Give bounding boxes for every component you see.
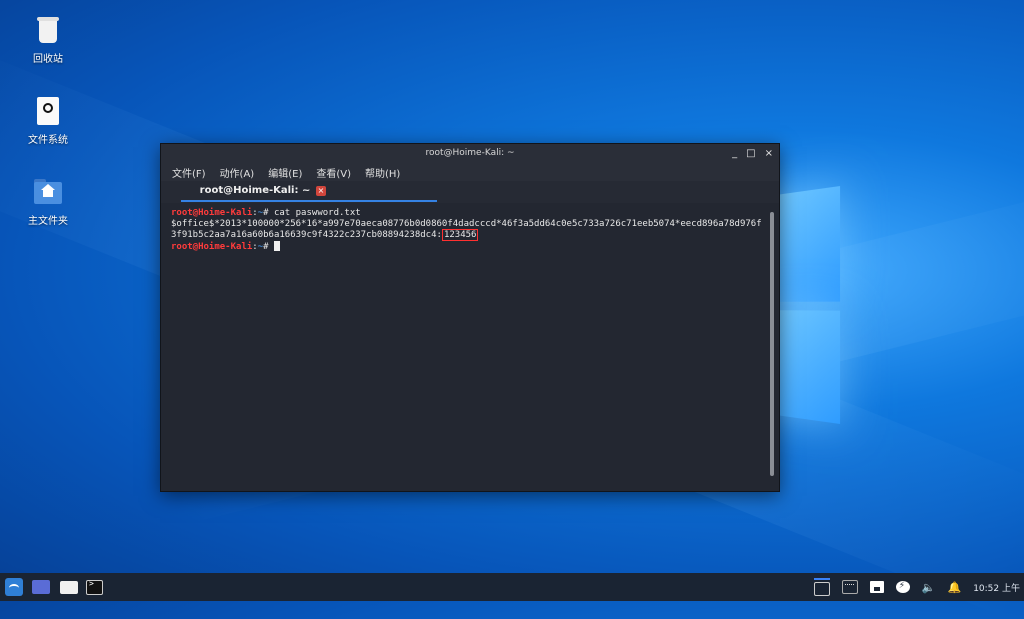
clock[interactable]: 10:52 上午 — [973, 581, 1020, 594]
text-cursor — [273, 241, 280, 251]
keyboard-icon[interactable] — [841, 580, 858, 594]
desktop-icon-label: 主文件夹 — [28, 216, 68, 227]
tab-active-indicator — [181, 200, 437, 202]
minimize-button[interactable]: _ — [732, 144, 737, 163]
tab-close-icon[interactable]: × — [316, 186, 326, 196]
desktop-icon-filesystem[interactable]: 文件系统 — [8, 95, 88, 146]
home-folder-icon — [32, 176, 64, 208]
prompt-hash: # — [263, 242, 274, 252]
terminal-window[interactable]: root@Hoime-Kali: ~ _ □ × 文件(F) 动作(A) 编辑(… — [160, 143, 780, 492]
window-switcher-icon[interactable] — [813, 582, 830, 596]
terminal-output[interactable]: root@Hoime-Kali:~# cat paswword.txt $offi… — [171, 208, 763, 485]
terminal-line-prompt: root@Hoime-Kali:~# — [171, 241, 763, 253]
network-icon[interactable] — [869, 581, 884, 593]
trash-icon — [32, 14, 64, 46]
window-titlebar[interactable]: root@Hoime-Kali: ~ _ □ × — [161, 144, 779, 163]
desktop-icon-label: 文件系统 — [28, 135, 68, 146]
file-manager-icon[interactable] — [60, 581, 78, 594]
taskbar: 🔈 🔔 10:52 上午 — [0, 573, 1024, 601]
volume-icon[interactable]: 🔈 — [922, 581, 936, 594]
notification-bell-icon[interactable]: 🔔 — [947, 581, 961, 594]
power-icon[interactable] — [895, 581, 910, 593]
close-button[interactable]: × — [765, 144, 773, 163]
scrollbar[interactable] — [770, 212, 774, 476]
menu-edit[interactable]: 编辑(E) — [268, 165, 302, 180]
cracked-password-highlight: 123456 — [441, 229, 479, 241]
desktop-icon-home-folder[interactable]: 主文件夹 — [8, 176, 88, 227]
menu-help[interactable]: 帮助(H) — [365, 165, 400, 180]
prompt-hash: # — [263, 208, 274, 218]
menu-action[interactable]: 动作(A) — [220, 165, 255, 180]
hash-output-line: 3f91b5c2aa7a16a60b6a16639c9f4322c237cb08… — [171, 229, 763, 241]
command-text: cat paswword.txt — [273, 208, 361, 218]
desktop-icon-trash[interactable]: 回收站 — [8, 14, 88, 65]
hash-output-prefix: 3f91b5c2aa7a16a60b6a16639c9f4322c237cb08… — [171, 230, 442, 240]
tab-bar: root@Hoime-Kali: ~ × — [161, 181, 779, 203]
show-desktop-icon[interactable] — [32, 580, 50, 594]
drive-icon — [32, 95, 64, 127]
prompt-user: root@Hoime-Kali — [171, 208, 253, 218]
desktop-icon-label: 回收站 — [33, 54, 63, 65]
maximize-button[interactable]: □ — [746, 144, 755, 163]
menu-bar: 文件(F) 动作(A) 编辑(E) 查看(V) 帮助(H) — [161, 163, 779, 181]
menu-file[interactable]: 文件(F) — [172, 165, 206, 180]
terminal-icon[interactable] — [86, 579, 103, 595]
prompt-user: root@Hoime-Kali — [171, 242, 253, 252]
menu-view[interactable]: 查看(V) — [316, 165, 351, 180]
system-tray: 🔈 🔔 10:52 上午 — [813, 573, 1024, 601]
start-menu-icon[interactable] — [5, 578, 23, 596]
terminal-line-command: root@Hoime-Kali:~# cat paswword.txt — [171, 208, 763, 219]
window-title: root@Hoime-Kali: ~ — [425, 148, 515, 158]
